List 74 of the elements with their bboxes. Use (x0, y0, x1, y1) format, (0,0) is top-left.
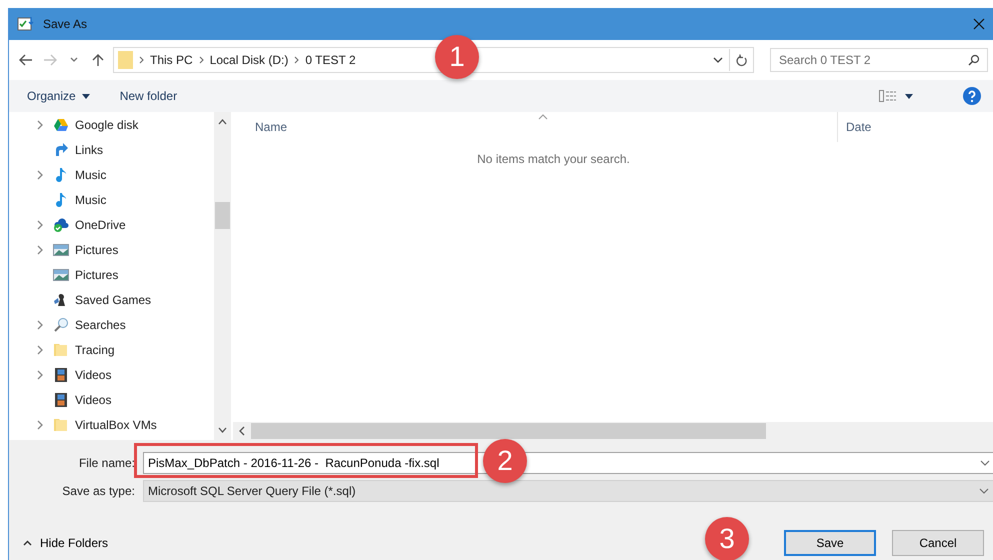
breadcrumb[interactable]: 0 TEST 2 (305, 53, 356, 67)
chevron-right-icon[interactable] (139, 56, 144, 64)
chevron-right-icon[interactable] (198, 56, 204, 64)
dropdown-chevron-icon[interactable] (979, 488, 989, 494)
sort-caret-icon (538, 114, 548, 120)
tree-item[interactable]: Pictures (75, 268, 118, 282)
tree-item[interactable]: Videos (75, 368, 112, 382)
tree-item[interactable]: Videos (75, 392, 112, 406)
caret-icon (905, 94, 913, 98)
chevron-down-icon (70, 57, 78, 63)
film-strip-icon (53, 392, 69, 408)
breadcrumb[interactable]: This PC (150, 53, 193, 67)
column-header[interactable]: Date (838, 112, 988, 142)
dropdown-chevron-icon[interactable] (980, 460, 990, 466)
up-arrow-icon (92, 53, 104, 67)
refresh-icon (736, 54, 748, 66)
dropdown-chevron-icon[interactable] (713, 57, 723, 63)
picture-icon (53, 242, 69, 258)
hide-folders-button[interactable]: Hide Folders (23, 536, 108, 550)
chevron-right-icon[interactable] (37, 220, 43, 230)
tree-item[interactable]: Links (75, 142, 104, 156)
window-title: Save As (43, 17, 88, 31)
back-arrow-icon (19, 54, 33, 66)
view-options-button[interactable] (876, 87, 916, 105)
tree-item[interactable]: Searches (75, 318, 126, 332)
chevron-right-icon[interactable] (294, 56, 300, 64)
chevron-right-icon[interactable] (37, 244, 43, 254)
file-name-label: File name: (78, 456, 136, 470)
magnifier-icon (53, 316, 69, 332)
empty-message: No items match your search. (477, 152, 630, 168)
tree-item[interactable]: Tracing (75, 342, 115, 356)
chevron-right-icon[interactable] (37, 320, 43, 330)
organize-menu-button[interactable]: Organize (27, 89, 90, 103)
help-icon (963, 87, 981, 105)
tree-item[interactable]: Pictures (75, 242, 118, 256)
tree-item[interactable]: OneDrive (75, 218, 126, 232)
link-arrow-icon (53, 142, 69, 158)
vertical-scrollbar[interactable] (214, 112, 231, 440)
chevron-right-icon[interactable] (37, 420, 43, 430)
chevron-right-icon[interactable] (37, 344, 43, 354)
horizontal-scrollbar[interactable] (233, 422, 993, 440)
new-folder-button[interactable]: New folder (120, 89, 178, 103)
picture-icon (53, 266, 69, 282)
folder-icon (118, 51, 133, 69)
save-as-type-label: Save as type: (61, 484, 136, 498)
folder-icon (53, 342, 69, 358)
forward-arrow-icon (43, 54, 57, 66)
breadcrumb[interactable]: Local Disk (D:) (210, 53, 288, 67)
save-document-icon (17, 16, 35, 32)
chevron-up-icon (23, 540, 32, 546)
help-button[interactable] (962, 86, 982, 106)
folder-icon (53, 416, 69, 432)
search-field[interactable]: Search 0 TEST 2 (770, 48, 988, 72)
cancel-button[interactable]: Cancel (892, 530, 984, 556)
scroll-thumb[interactable] (215, 202, 230, 229)
scroll-thumb[interactable] (251, 423, 766, 439)
column-header[interactable]: Name (233, 112, 838, 142)
details-view-icon (879, 90, 897, 102)
chevron-right-icon[interactable] (37, 120, 43, 130)
save-button[interactable]: Save (784, 530, 876, 556)
tree-item[interactable]: Music (75, 192, 106, 206)
chevron-right-icon[interactable] (37, 370, 43, 380)
film-strip-icon (53, 366, 69, 382)
cloud-check-icon (53, 216, 69, 232)
save-as-type-dropdown[interactable]: Microsoft SQL Server Query File (*.sql) (143, 480, 993, 502)
triangle-drive-icon (53, 116, 69, 132)
tree-item[interactable]: Saved Games (75, 292, 152, 306)
chevron-right-icon[interactable] (37, 170, 43, 180)
caret-icon (82, 94, 90, 98)
tree-item[interactable]: Music (75, 168, 106, 182)
tree-item[interactable]: VirtualBox VMs (75, 418, 157, 432)
tree-item[interactable]: Google disk (75, 118, 138, 132)
close-icon (973, 18, 985, 30)
search-icon (968, 54, 980, 66)
